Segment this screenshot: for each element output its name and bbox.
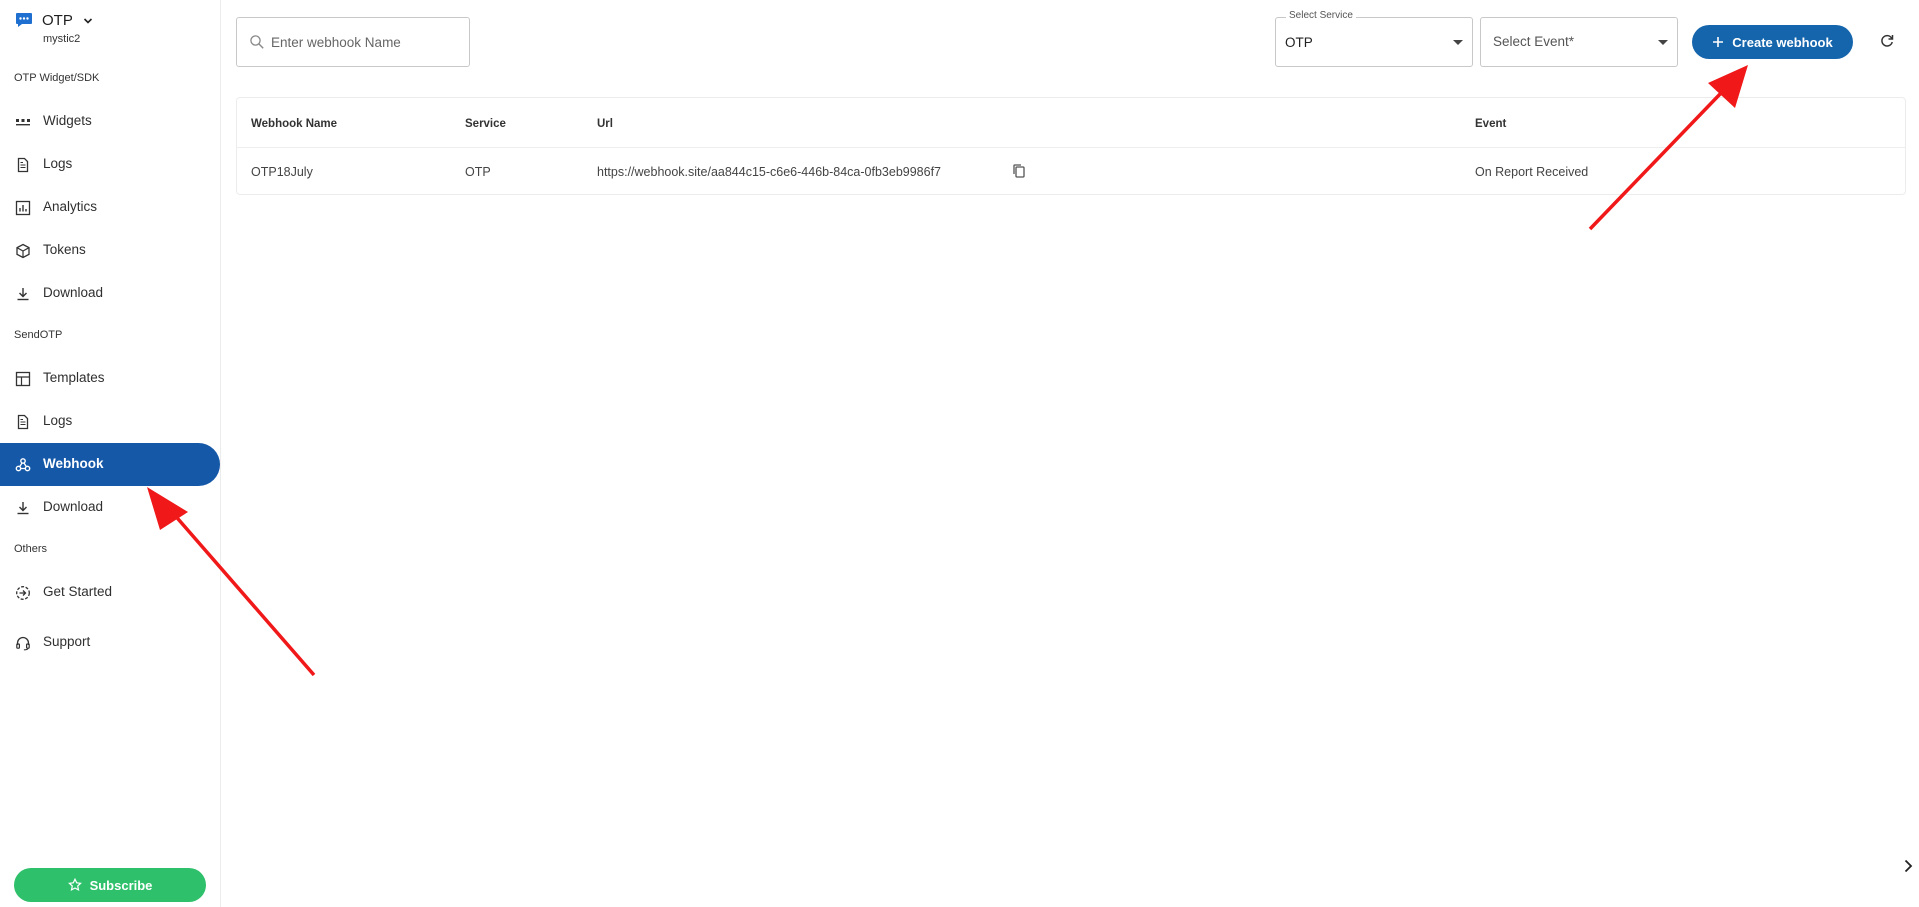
sidebar-item-label: Logs (43, 413, 73, 428)
sidebar-item-label: Webhook (43, 456, 104, 471)
column-header-service: Service (465, 118, 506, 130)
headset-icon (16, 636, 30, 651)
sidebar-item-widgets[interactable]: Widgets (0, 100, 221, 143)
sidebar-item-templates[interactable]: Templates (0, 357, 221, 400)
search-input[interactable] (271, 32, 461, 52)
table-row[interactable]: OTP18July OTP https://webhook.site/aa844… (237, 148, 1905, 195)
template-icon (15, 371, 31, 387)
sidebar-item-label: Tokens (43, 242, 86, 257)
section-otp-widget-sdk: OTP Widget/SDK (14, 72, 100, 84)
app-title: OTP (42, 12, 73, 29)
cell-url: https://webhook.site/aa844c15-c6e6-446b-… (597, 165, 942, 179)
cell-webhook-name: OTP18July (251, 165, 313, 179)
cell-event: On Report Received (1475, 165, 1589, 179)
star-icon (67, 878, 82, 892)
chevron-down-icon[interactable] (82, 15, 94, 27)
plus-icon (1713, 37, 1724, 47)
service-select-label: Select Service (1286, 10, 1356, 21)
table-header: Webhook Name Service Url Event (237, 98, 1905, 148)
download-icon (17, 502, 29, 515)
create-webhook-label: Create webhook (1732, 34, 1833, 50)
dropdown-caret-icon (1658, 40, 1668, 45)
service-select[interactable]: Select Service OTP (1275, 10, 1473, 67)
refresh-icon[interactable] (1879, 33, 1895, 49)
bar-chart-icon (15, 200, 31, 216)
app-switcher[interactable]: OTP mystic2 (14, 11, 214, 47)
event-select[interactable]: Select Event* (1480, 17, 1678, 67)
search-icon (250, 35, 264, 49)
sidebar-item-label: Get Started (43, 584, 113, 599)
account-name: mystic2 (43, 33, 81, 45)
create-webhook-button[interactable]: Create webhook (1692, 25, 1853, 59)
sidebar-item-get-started[interactable]: Get Started (0, 571, 221, 614)
column-header-webhook-name: Webhook Name (251, 118, 338, 130)
cube-icon (16, 243, 30, 259)
webhook-icon (15, 458, 31, 472)
sidebar: OTP mystic2 OTP Widget/SDK Widgets Logs … (0, 0, 221, 907)
sidebar-item-download[interactable]: Download (0, 486, 221, 529)
copy-icon[interactable] (1011, 163, 1027, 179)
document-icon (17, 414, 29, 430)
cell-service: OTP (465, 165, 491, 179)
section-others: Others (14, 543, 48, 555)
document-icon (17, 157, 29, 173)
event-select-placeholder: Select Event* (1493, 34, 1575, 49)
sidebar-item-webhook[interactable]: Webhook (0, 443, 220, 486)
sidebar-item-logs[interactable]: Logs (0, 400, 221, 443)
sidebar-item-support[interactable]: Support (0, 621, 221, 664)
subscribe-button[interactable]: Subscribe (14, 868, 206, 902)
sidebar-item-label: Analytics (43, 199, 98, 214)
column-header-url: Url (597, 118, 613, 130)
sidebar-item-logs[interactable]: Logs (0, 143, 221, 186)
search-box[interactable] (236, 17, 470, 67)
sidebar-item-label: Logs (43, 156, 73, 171)
section-sendotp: SendOTP (14, 329, 63, 341)
webhook-table: Webhook Name Service Url Event OTP18July… (236, 97, 1906, 195)
sidebar-item-download[interactable]: Download (0, 272, 221, 315)
sidebar-item-analytics[interactable]: Analytics (0, 186, 221, 229)
chevron-right-icon[interactable] (1898, 856, 1918, 876)
chat-bubble-icon (16, 13, 32, 27)
sidebar-item-label: Templates (43, 370, 105, 385)
sidebar-item-tokens[interactable]: Tokens (0, 229, 221, 272)
service-select-value: OTP (1285, 35, 1313, 50)
dropdown-caret-icon (1453, 40, 1463, 45)
sidebar-item-label: Download (43, 499, 104, 514)
get-started-icon (16, 586, 30, 600)
sidebar-item-label: Widgets (43, 113, 92, 128)
download-icon (17, 288, 29, 301)
column-header-event: Event (1475, 118, 1507, 130)
sidebar-item-label: Support (43, 634, 91, 649)
sidebar-item-label: Download (43, 285, 104, 300)
widgets-icon (16, 119, 30, 126)
subscribe-label: Subscribe (89, 877, 153, 893)
